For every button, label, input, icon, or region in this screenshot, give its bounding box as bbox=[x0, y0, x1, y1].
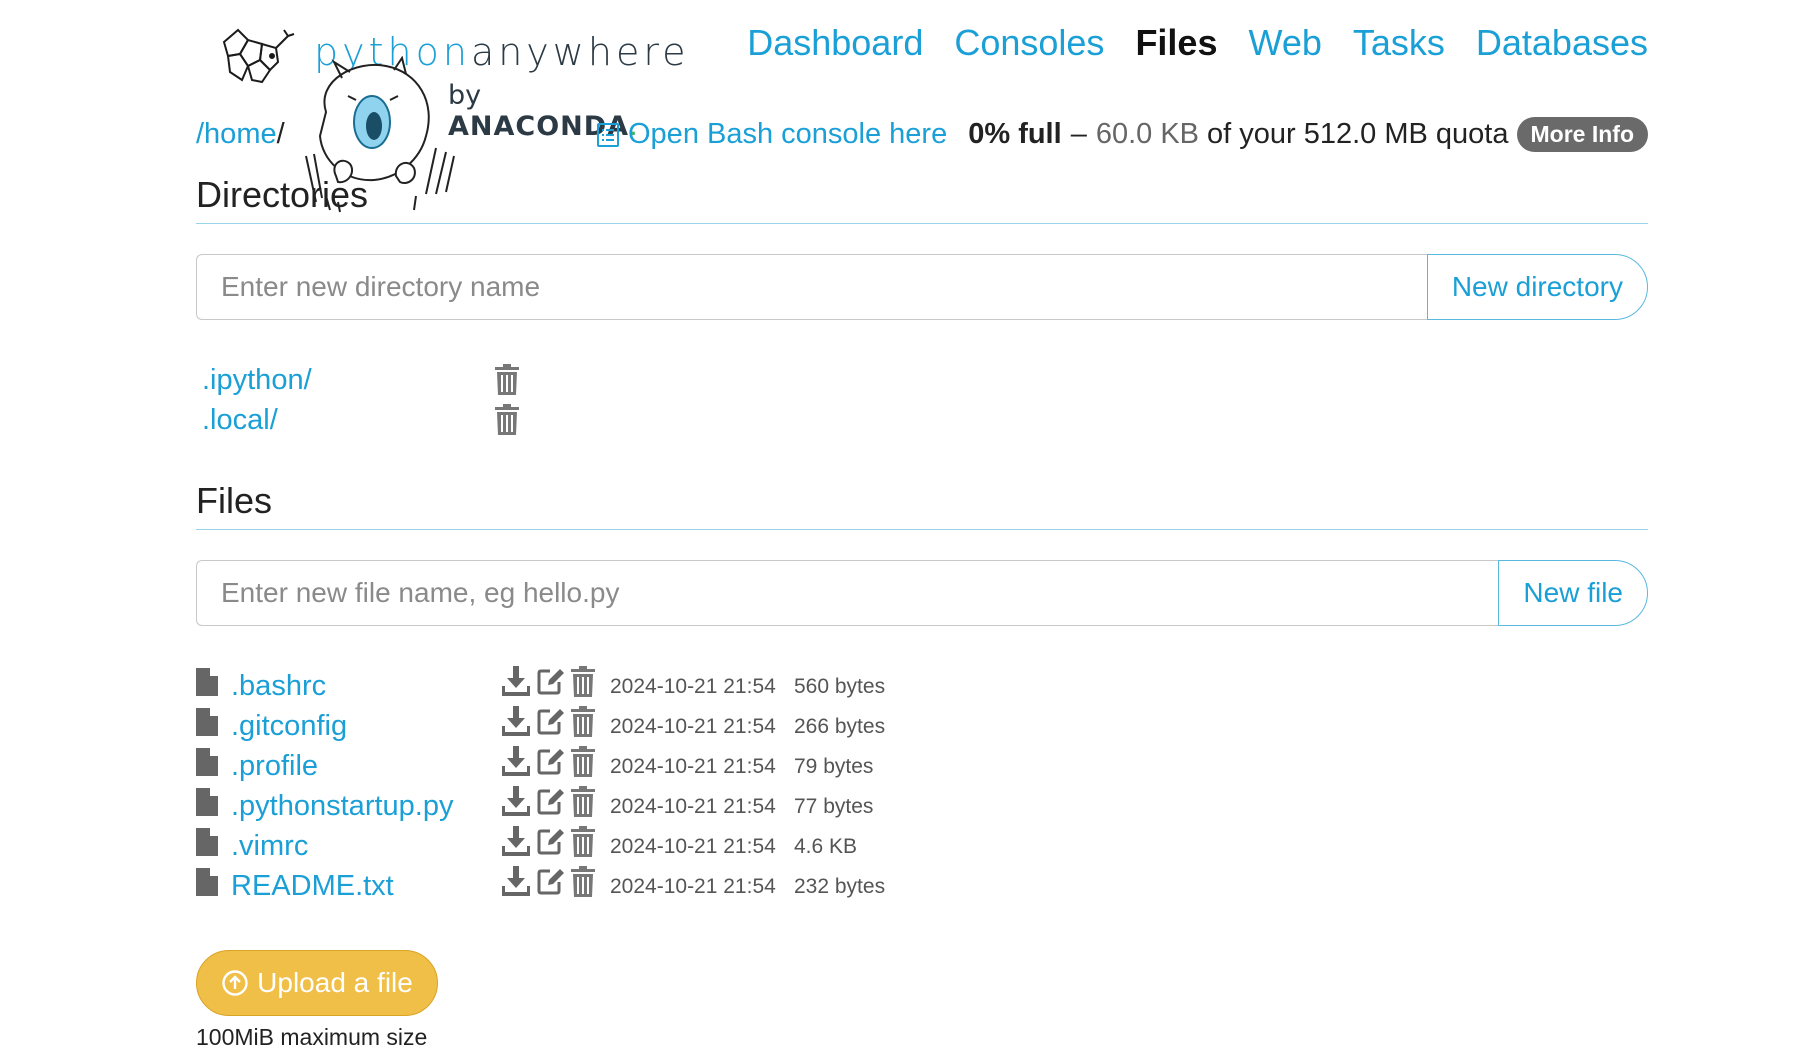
new-file-form: New file bbox=[196, 560, 1648, 626]
breadcrumb-separator: / bbox=[276, 118, 285, 150]
file-size: 560 bytes bbox=[794, 675, 886, 698]
file-icon bbox=[196, 788, 218, 816]
file-link[interactable]: .bashrc bbox=[231, 670, 326, 703]
new-directory-input[interactable] bbox=[196, 254, 1427, 320]
open-bash-console-label: Open Bash console here bbox=[628, 118, 948, 150]
file-icon bbox=[196, 668, 218, 696]
edit-icon[interactable] bbox=[536, 826, 564, 858]
table-row: .pythonstartup.py 2024-10-21 21:54 77 byte… bbox=[196, 786, 996, 826]
breadcrumb-home[interactable]: /home bbox=[196, 118, 277, 150]
files-heading: Files bbox=[196, 480, 273, 521]
file-size: 232 bytes bbox=[794, 875, 886, 898]
download-icon[interactable] bbox=[502, 706, 530, 738]
nav-dashboard[interactable]: Dashboard bbox=[747, 22, 923, 64]
new-directory-button[interactable]: New directory bbox=[1426, 254, 1648, 320]
list-item: .ipython/ bbox=[200, 360, 540, 400]
quota-used: 60.0 KB bbox=[1095, 118, 1200, 150]
quota-of-text: of your 512.0 MB quota bbox=[1207, 118, 1509, 150]
file-modified: 2024-10-21 21:54 bbox=[610, 875, 776, 898]
quota-dash: – bbox=[1070, 118, 1087, 150]
file-size: 4.6 KB bbox=[794, 835, 858, 858]
download-icon[interactable] bbox=[502, 866, 530, 898]
file-size: 266 bytes bbox=[794, 715, 886, 738]
new-file-input[interactable] bbox=[196, 560, 1499, 626]
open-bash-console-link[interactable]: Open Bash console here bbox=[596, 118, 947, 151]
trash-icon[interactable] bbox=[570, 786, 596, 818]
file-modified: 2024-10-21 21:54 bbox=[610, 795, 776, 818]
upload-file-label: Upload a file bbox=[257, 967, 413, 998]
file-icon bbox=[196, 708, 218, 736]
directory-link[interactable]: .local/ bbox=[202, 404, 278, 437]
download-icon[interactable] bbox=[502, 826, 530, 858]
nav-consoles[interactable]: Consoles bbox=[954, 22, 1104, 64]
trash-icon[interactable] bbox=[570, 666, 596, 698]
nav-databases[interactable]: Databases bbox=[1476, 22, 1648, 64]
file-modified: 2024-10-21 21:54 bbox=[610, 675, 776, 698]
file-actions bbox=[502, 746, 596, 778]
trash-icon[interactable] bbox=[570, 706, 596, 738]
top-nav: Dashboard Consoles Files Web Tasks Datab… bbox=[747, 22, 1648, 64]
file-modified: 2024-10-21 21:54 bbox=[610, 755, 776, 778]
download-icon[interactable] bbox=[502, 666, 530, 698]
new-directory-form: New directory bbox=[196, 254, 1648, 320]
directory-link[interactable]: .ipython/ bbox=[202, 364, 312, 397]
edit-icon[interactable] bbox=[536, 706, 564, 738]
edit-icon[interactable] bbox=[536, 786, 564, 818]
file-icon bbox=[196, 868, 218, 896]
file-link[interactable]: .gitconfig bbox=[231, 710, 347, 743]
trash-icon[interactable] bbox=[570, 826, 596, 858]
trash-icon[interactable] bbox=[570, 866, 596, 898]
download-icon[interactable] bbox=[502, 746, 530, 778]
storage-quota: 0% full – 60.0 KB of your 512.0 MB quota… bbox=[968, 117, 1648, 152]
files-divider bbox=[196, 529, 1648, 530]
trash-icon[interactable] bbox=[494, 404, 520, 436]
nav-tasks[interactable]: Tasks bbox=[1353, 22, 1445, 64]
trash-icon[interactable] bbox=[494, 364, 520, 396]
directory-list: .ipython/ .local/ bbox=[200, 360, 540, 440]
file-actions bbox=[502, 826, 596, 858]
table-row: .profile 2024-10-21 21:54 79 bytes bbox=[196, 746, 996, 786]
table-row: .bashrc 2024-10-21 21:54 560 bytes bbox=[196, 666, 996, 706]
edit-icon[interactable] bbox=[536, 746, 564, 778]
directories-divider bbox=[196, 223, 1648, 224]
file-icon bbox=[196, 828, 218, 856]
file-link[interactable]: .vimrc bbox=[231, 830, 308, 863]
directories-heading: Directories bbox=[196, 174, 369, 215]
file-link[interactable]: .pythonstartup.py bbox=[231, 790, 453, 823]
table-row: .vimrc 2024-10-21 21:54 4.6 KB bbox=[196, 826, 996, 866]
file-list: .bashrc 2024-10-21 21:54 560 bytes .gitconf… bbox=[196, 666, 996, 906]
file-size: 77 bytes bbox=[794, 795, 874, 818]
breadcrumb: /home/ bbox=[196, 118, 285, 151]
edit-icon[interactable] bbox=[536, 666, 564, 698]
upload-size-note: 100MiB maximum size bbox=[196, 1024, 428, 1050]
upload-arrow-icon bbox=[221, 969, 249, 997]
file-actions bbox=[502, 786, 596, 818]
file-modified: 2024-10-21 21:54 bbox=[610, 715, 776, 738]
file-actions bbox=[502, 866, 596, 898]
table-row: .gitconfig 2024-10-21 21:54 266 bytes bbox=[196, 706, 996, 746]
file-size: 79 bytes bbox=[794, 755, 874, 778]
nav-web[interactable]: Web bbox=[1248, 22, 1321, 64]
more-info-button[interactable]: More Info bbox=[1516, 117, 1648, 152]
edit-icon[interactable] bbox=[536, 866, 564, 898]
logo-word-anywhere: anywhere bbox=[470, 30, 690, 74]
nav-files[interactable]: Files bbox=[1135, 22, 1217, 64]
file-icon bbox=[196, 748, 218, 776]
file-modified: 2024-10-21 21:54 bbox=[610, 835, 776, 858]
table-row: README.txt 2024-10-21 21:54 232 bytes bbox=[196, 866, 996, 906]
console-list-icon bbox=[596, 122, 620, 148]
quota-percent: 0% full bbox=[968, 118, 1062, 150]
file-actions bbox=[502, 706, 596, 738]
trash-icon[interactable] bbox=[570, 746, 596, 778]
upload-file-button[interactable]: Upload a file bbox=[196, 950, 438, 1016]
file-link[interactable]: README.txt bbox=[231, 870, 394, 903]
file-link[interactable]: .profile bbox=[231, 750, 318, 783]
file-actions bbox=[502, 666, 596, 698]
list-item: .local/ bbox=[200, 400, 540, 440]
download-icon[interactable] bbox=[502, 786, 530, 818]
new-file-button[interactable]: New file bbox=[1498, 560, 1648, 626]
